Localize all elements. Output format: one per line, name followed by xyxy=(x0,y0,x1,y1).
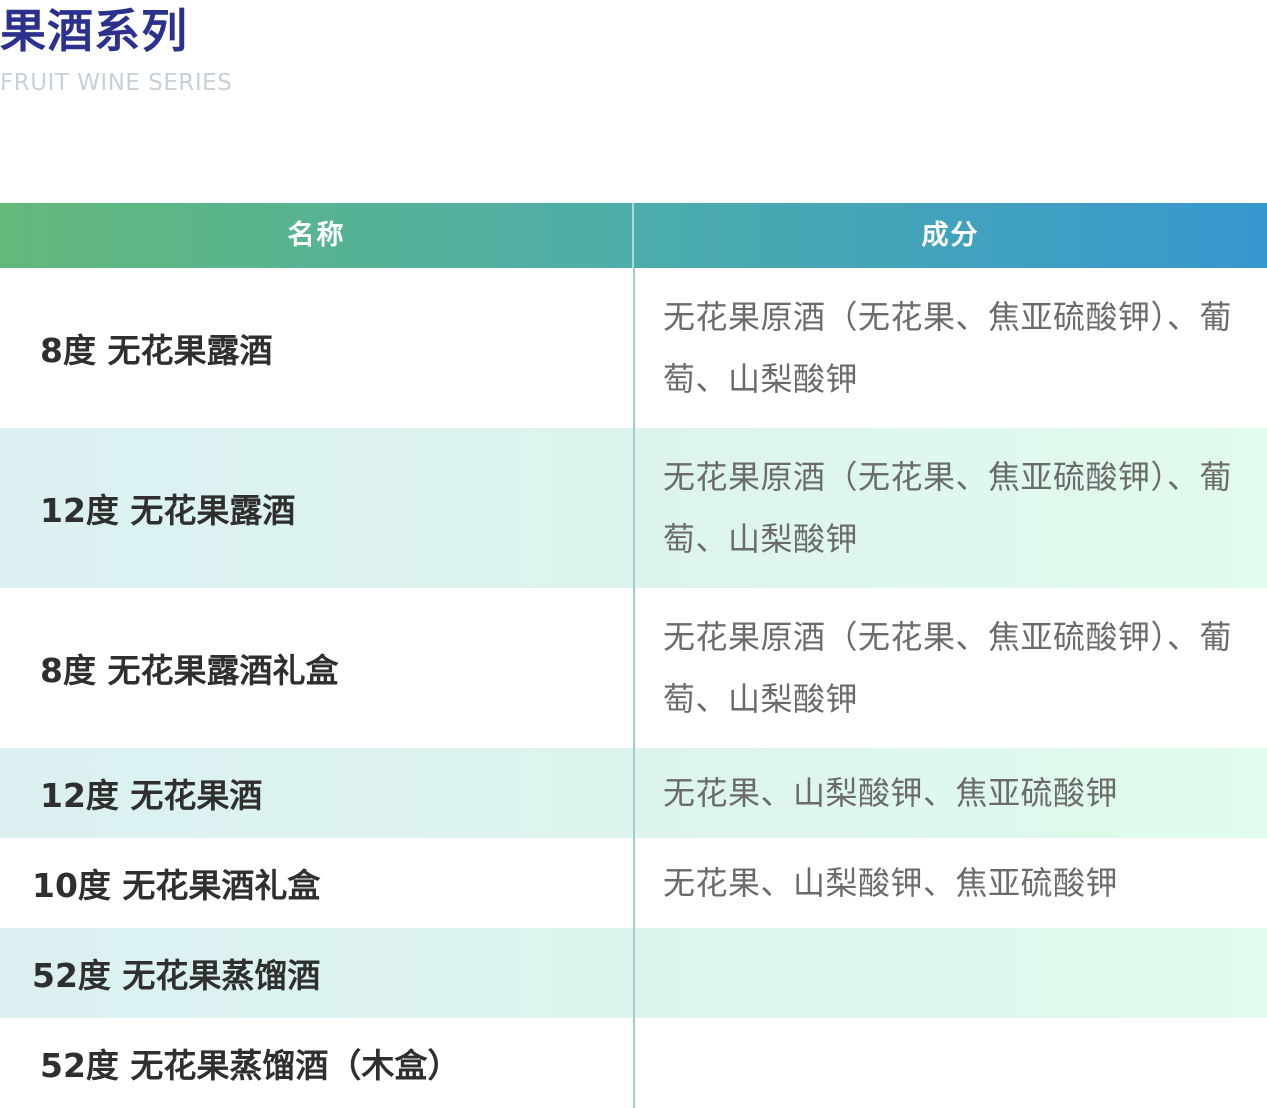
table-header: 名称 成分 xyxy=(0,203,1267,268)
product-name: 8度 无花果露酒礼盒 xyxy=(40,651,339,690)
product-composition: 无花果、山梨酸钾、焦亚硫酸钾 xyxy=(663,774,1119,812)
page-title: 果酒系列 xyxy=(0,4,188,58)
product-name: 8度 无花果露酒 xyxy=(40,331,273,370)
product-composition: 无花果原酒（无花果、焦亚硫酸钾）、葡萄、山梨酸钾 xyxy=(663,458,1233,558)
header-name: 名称 xyxy=(287,220,346,251)
product-composition xyxy=(663,928,1263,1018)
product-name: 12度 无花果露酒 xyxy=(40,491,296,530)
product-table: 名称 成分 8度 无花果露酒 无花果原酒（无花果、焦亚硫酸钾）、葡萄、山梨酸钾 … xyxy=(0,203,1267,1108)
product-name: 10度 无花果酒礼盒 xyxy=(32,866,321,905)
product-name: 52度 无花果蒸馏酒（木盒） xyxy=(40,1046,461,1085)
page-subtitle: FRUIT WINE SERIES xyxy=(0,70,233,96)
product-composition xyxy=(663,1018,1263,1108)
column-divider xyxy=(633,268,635,1108)
header-composition: 成分 xyxy=(921,220,980,251)
product-composition: 无花果、山梨酸钾、焦亚硫酸钾 xyxy=(663,864,1119,902)
product-composition: 无花果原酒（无花果、焦亚硫酸钾）、葡萄、山梨酸钾 xyxy=(663,618,1233,718)
product-name: 52度 无花果蒸馏酒 xyxy=(32,956,321,995)
product-name: 12度 无花果酒 xyxy=(40,776,263,815)
product-composition: 无花果原酒（无花果、焦亚硫酸钾）、葡萄、山梨酸钾 xyxy=(663,298,1233,398)
